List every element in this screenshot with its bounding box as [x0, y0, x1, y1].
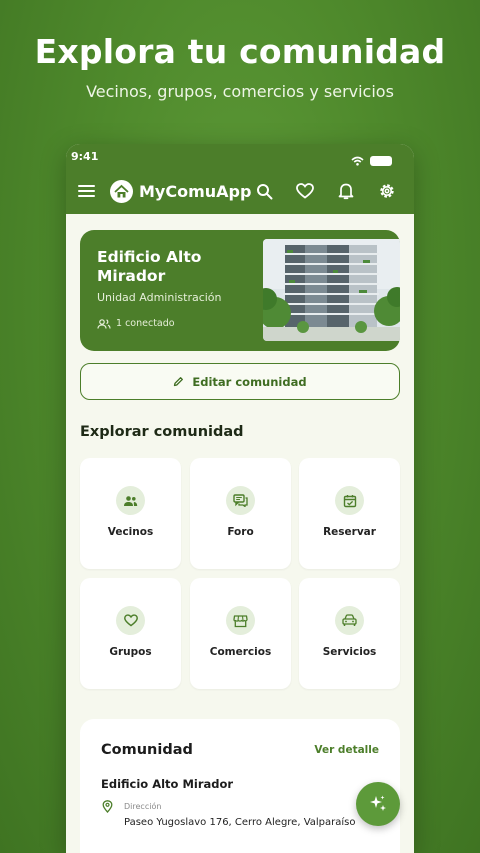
- explore-title: Explorar comunidad: [80, 424, 244, 440]
- view-detail-link[interactable]: Ver detalle: [314, 744, 379, 756]
- store-icon: [226, 606, 255, 635]
- address-value: Paseo Yugoslavo 176, Cerro Alegre, Valpa…: [124, 817, 356, 828]
- status-time: 9:41: [71, 150, 99, 163]
- heart-icon: [116, 606, 145, 635]
- calendar-check-icon: [335, 486, 364, 515]
- bell-icon[interactable]: [335, 178, 357, 204]
- app-bar: 9:41 MyComuApp: [66, 144, 414, 214]
- search-icon[interactable]: [253, 178, 275, 204]
- car-icon: [335, 606, 364, 635]
- tile-comercios[interactable]: Comercios: [190, 578, 291, 689]
- edit-community-button[interactable]: Editar comunidad: [80, 363, 400, 400]
- ai-assistant-fab[interactable]: [356, 782, 400, 826]
- tile-label: Foro: [227, 526, 254, 538]
- community-hero-card[interactable]: Edificio Alto Mirador Unidad Administrac…: [80, 230, 400, 351]
- tile-label: Comercios: [209, 646, 272, 658]
- tile-servicios[interactable]: Servicios: [299, 578, 400, 689]
- tile-foro[interactable]: Foro: [190, 458, 291, 569]
- address-label: Dirección: [124, 802, 162, 811]
- promo-title: Explora tu comunidad: [34, 32, 446, 71]
- app-name: MyComuApp: [139, 181, 252, 201]
- tile-label: Reservar: [323, 526, 376, 538]
- people-icon: [97, 318, 111, 329]
- community-role: Unidad Administración: [97, 291, 222, 304]
- app-logo-icon: [110, 179, 133, 203]
- phone-screen: 9:41 MyComuApp Edificio Alto Mirador Uni…: [66, 144, 414, 853]
- edit-community-label: Editar comunidad: [192, 374, 307, 389]
- connected-label: 1 conectado: [116, 318, 175, 329]
- battery-icon: [370, 155, 392, 166]
- tile-vecinos[interactable]: Vecinos: [80, 458, 181, 569]
- connected-count: 1 conectado: [97, 318, 175, 329]
- menu-icon[interactable]: [78, 176, 95, 206]
- tile-reservar[interactable]: Reservar: [299, 458, 400, 569]
- location-pin-icon: [102, 800, 113, 813]
- tile-grupos[interactable]: Grupos: [80, 578, 181, 689]
- status-icons: [351, 151, 392, 170]
- heart-icon[interactable]: [294, 178, 316, 204]
- tile-label: Grupos: [109, 646, 152, 658]
- toolbar-actions: [253, 178, 398, 204]
- people-icon: [116, 486, 145, 515]
- tile-label: Servicios: [322, 646, 377, 658]
- pencil-icon: [174, 377, 184, 387]
- building-photo: [263, 239, 400, 341]
- top-bar: MyComuApp: [66, 176, 414, 206]
- community-building-name: Edificio Alto Mirador: [101, 777, 234, 791]
- sparkles-icon: [370, 795, 386, 811]
- gear-icon[interactable]: [376, 178, 398, 204]
- chat-icon: [226, 486, 255, 515]
- community-card: Comunidad Ver detalle Edificio Alto Mira…: [80, 719, 400, 853]
- tile-label: Vecinos: [107, 526, 154, 538]
- promo-subtitle: Vecinos, grupos, comercios y servicios: [86, 82, 394, 101]
- community-card-title: Comunidad: [101, 742, 193, 758]
- community-name: Edificio Alto Mirador: [97, 248, 202, 285]
- wifi-icon: [351, 151, 364, 170]
